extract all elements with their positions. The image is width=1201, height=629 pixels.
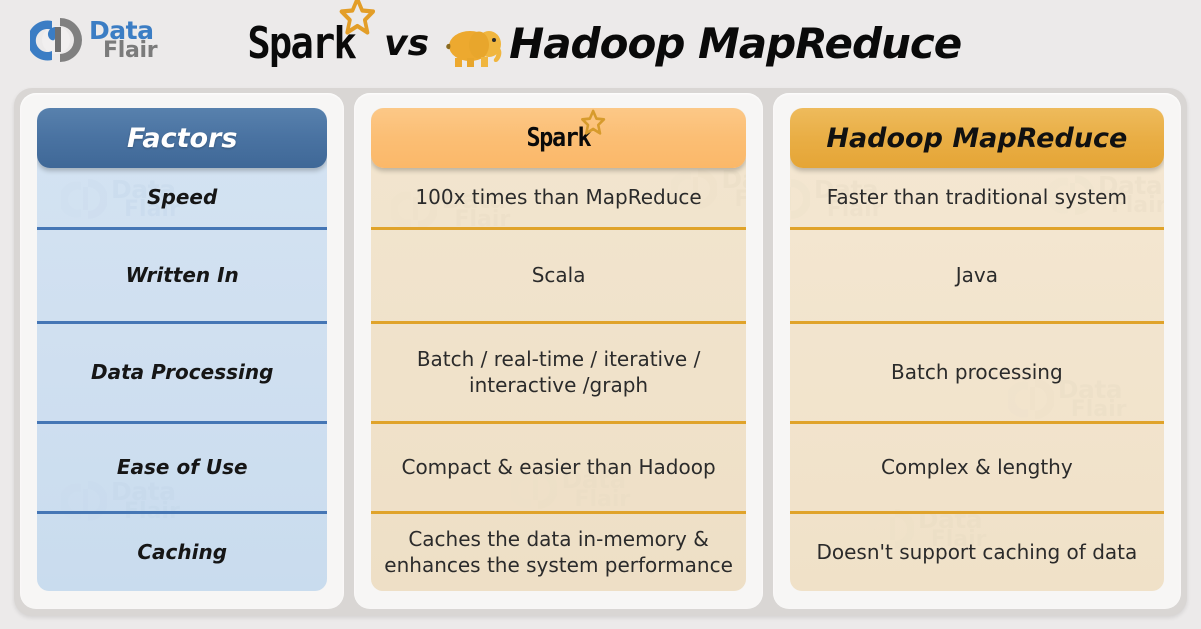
title-vs: vs bbox=[384, 22, 430, 64]
spark-value: Scala bbox=[531, 262, 586, 287]
column-header-hadoop-label: Hadoop MapReduce bbox=[826, 122, 1128, 154]
factor-label: Data Processing bbox=[91, 360, 274, 384]
title-spark-word: Spark bbox=[247, 0, 376, 69]
hadoop-value: Complex & lengthy bbox=[881, 454, 1073, 479]
title-hadoop-word: Hadoop MapReduce bbox=[509, 18, 962, 68]
column-header-hadoop: Hadoop MapReduce bbox=[789, 108, 1164, 168]
hadoop-value: Faster than traditional system bbox=[826, 184, 1127, 209]
table-row: Speed bbox=[37, 168, 327, 227]
column-header-factors: Factors bbox=[37, 108, 328, 168]
spark-value: Caches the data in-memory & enhances the… bbox=[384, 526, 733, 577]
table-row: Ease of Use bbox=[37, 421, 328, 511]
spark-rows: 100x times than MapReduce Scala Batch / … bbox=[371, 168, 746, 591]
comparison-board: Data Flair Data Flair Factors Speed Writ… bbox=[14, 88, 1187, 616]
table-row: Batch / real-time / iterative / interact… bbox=[371, 321, 746, 421]
table-row: Scala bbox=[371, 227, 746, 321]
column-spark: Data Flair Data Flair D F Spark 100x tim… bbox=[371, 108, 746, 591]
table-row: Data Processing bbox=[37, 321, 328, 421]
star-icon bbox=[581, 109, 606, 135]
page-header: Data Flair Spark vs Hadoop MapReduce bbox=[0, 0, 1201, 86]
table-row: Caching bbox=[37, 511, 328, 591]
hadoop-value: Java bbox=[955, 262, 998, 287]
spark-value: 100x times than MapReduce bbox=[415, 184, 702, 209]
factor-label: Ease of Use bbox=[116, 455, 248, 479]
panel-hadoop: Data Flair Data Flair Data Flair Data Fl… bbox=[772, 93, 1181, 609]
table-row: Java bbox=[789, 227, 1164, 321]
factor-label: Speed bbox=[147, 185, 218, 209]
factors-rows: Speed Written In Data Processing Ease of… bbox=[37, 168, 328, 591]
column-header-spark: Spark bbox=[371, 108, 746, 168]
column-hadoop: Data Flair Data Flair Data Flair Data Fl… bbox=[789, 108, 1164, 591]
table-row: Batch processing bbox=[789, 321, 1164, 421]
panel-factors: Data Flair Data Flair Factors Speed Writ… bbox=[20, 93, 345, 609]
factor-label: Caching bbox=[137, 540, 228, 564]
column-header-factors-label: Factors bbox=[127, 122, 238, 154]
table-row: Caches the data in-memory & enhances the… bbox=[371, 511, 746, 591]
column-factors: Data Flair Data Flair Factors Speed Writ… bbox=[37, 108, 328, 591]
table-row: Doesn't support caching of data bbox=[789, 511, 1164, 591]
table-row: Written In bbox=[37, 227, 328, 321]
panel-spark: Data Flair Data Flair D F Spark 100x tim… bbox=[354, 93, 763, 609]
hadoop-value: Doesn't support caching of data bbox=[816, 539, 1138, 564]
table-row: 100x times than MapReduce bbox=[371, 168, 745, 227]
column-header-spark-label-wrap: Spark bbox=[527, 109, 606, 153]
star-icon bbox=[339, 0, 376, 35]
factor-label: Written In bbox=[125, 263, 239, 287]
table-row: Compact & easier than Hadoop bbox=[371, 421, 746, 511]
spark-value: Batch / real-time / iterative / interact… bbox=[416, 346, 701, 397]
page-title: Spark vs Hadoop MapReduce bbox=[0, 0, 1201, 86]
hadoop-value: Batch processing bbox=[891, 359, 1063, 384]
spark-value: Compact & easier than Hadoop bbox=[401, 454, 716, 479]
table-row: Complex & lengthy bbox=[789, 421, 1164, 511]
elephant-icon bbox=[443, 25, 507, 69]
hadoop-rows: Faster than traditional system Java Batc… bbox=[789, 168, 1164, 591]
table-row: Faster than traditional system bbox=[790, 168, 1164, 227]
